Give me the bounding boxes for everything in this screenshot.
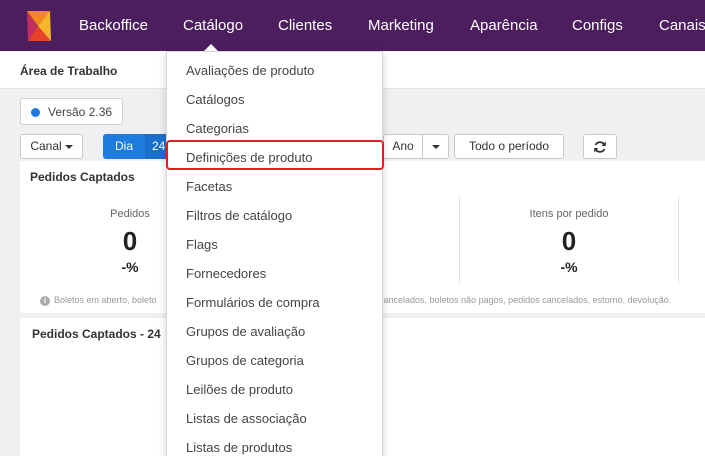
highlight-box (166, 140, 384, 170)
canal-label: Canal (30, 139, 62, 153)
period-ano-button[interactable]: Ano (383, 134, 422, 159)
summary-footnote: i Boletos em aberto, boleto (40, 295, 157, 306)
ano-dropdown-toggle[interactable] (422, 134, 449, 159)
menu-item-listas-produtos[interactable]: Listas de produtos (186, 440, 292, 455)
version-badge[interactable]: Versão 2.36 (20, 98, 123, 125)
page-title: Área de Trabalho (20, 64, 118, 78)
menu-item-flags[interactable]: Flags (186, 237, 218, 252)
refresh-icon (594, 141, 606, 153)
metric-pct: -% (121, 259, 139, 275)
nav-catalogo[interactable]: Catálogo (183, 17, 243, 34)
menu-item-grupos-categoria[interactable]: Grupos de categoria (186, 353, 304, 368)
nav-configs[interactable]: Configs (572, 17, 623, 34)
refresh-button[interactable] (583, 134, 617, 159)
nav-backoffice[interactable]: Backoffice (79, 17, 148, 34)
chart-title: Pedidos Captados - 24 (32, 327, 161, 341)
footnote-left: Boletos em aberto, boleto (54, 295, 157, 305)
summary-title: Pedidos Captados (30, 170, 135, 184)
period-todo-button[interactable]: Todo o período (454, 134, 564, 159)
period-dia-button[interactable]: Dia (103, 134, 145, 159)
nav-aparencia[interactable]: Aparência (470, 17, 538, 34)
menu-item-fornecedores[interactable]: Fornecedores (186, 266, 266, 281)
menu-item-listas-associacao[interactable]: Listas de associação (186, 411, 307, 426)
nav-marketing[interactable]: Marketing (368, 17, 434, 34)
menu-item-formularios[interactable]: Formulários de compra (186, 295, 320, 310)
divider (678, 196, 679, 284)
menu-item-filtros[interactable]: Filtros de catálogo (186, 208, 292, 223)
metric-itens-por-pedido: Itens por pedido 0 -% (509, 208, 629, 275)
menu-item-grupos-avaliacao[interactable]: Grupos de avaliação (186, 324, 305, 339)
metric-value: 0 (561, 226, 577, 256)
menu-item-categorias[interactable]: Categorias (186, 121, 249, 136)
metric-value: 0 (122, 226, 138, 256)
metric-pedidos: Pedidos 0 -% (90, 208, 170, 275)
divider (459, 196, 460, 284)
nav-canais[interactable]: Canais (659, 17, 705, 34)
menu-item-leiloes[interactable]: Leilões de produto (186, 382, 293, 397)
menu-item-catalogos[interactable]: Catálogos (186, 92, 245, 107)
chevron-down-icon (64, 144, 73, 149)
metric-label: Itens por pedido (529, 208, 609, 220)
nav-clientes[interactable]: Clientes (278, 17, 332, 34)
canal-dropdown[interactable]: Canal (20, 134, 83, 159)
info-icon: i (40, 295, 50, 306)
summary-footnote-right: s cancelados, boletos não pagos, pedidos… (372, 295, 672, 305)
metric-pct: -% (560, 259, 578, 275)
menu-item-avaliacoes[interactable]: Avaliações de produto (186, 63, 314, 78)
status-dot-icon (31, 108, 40, 117)
top-nav: Backoffice Catálogo Clientes Marketing A… (0, 0, 705, 51)
version-label: Versão 2.36 (48, 105, 113, 119)
catalogo-dropdown-menu: Avaliações de produto Catálogos Categori… (166, 51, 383, 456)
brand-logo-icon[interactable] (24, 9, 54, 43)
metric-label: Pedidos (110, 208, 150, 220)
chevron-down-icon (431, 144, 440, 149)
menu-item-facetas[interactable]: Facetas (186, 179, 232, 194)
